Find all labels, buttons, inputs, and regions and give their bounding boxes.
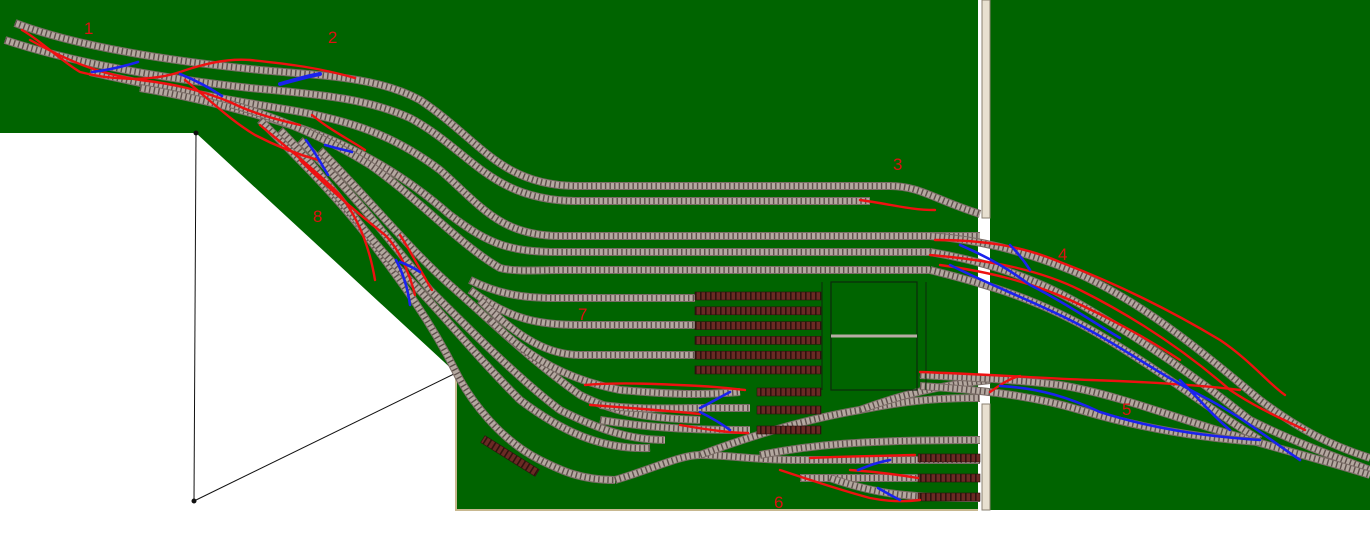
label-6: 6 xyxy=(774,493,783,512)
siding-main-4 xyxy=(694,336,822,345)
label-8: 8 xyxy=(313,207,322,226)
siding-lower-2 xyxy=(917,473,981,483)
label-2: 2 xyxy=(328,28,337,47)
siding-main-6 xyxy=(694,365,822,375)
label-5: 5 xyxy=(1122,400,1131,419)
siding-mid-1 xyxy=(756,387,822,397)
siding-main-3 xyxy=(694,321,822,330)
siding-mid-3 xyxy=(756,425,822,435)
track-plan-diagram: 1 2 3 4 5 6 7 8 xyxy=(0,0,1370,512)
label-3: 3 xyxy=(893,155,902,174)
label-7: 7 xyxy=(578,305,587,324)
siding-mid-2 xyxy=(756,405,822,415)
siding-main-1 xyxy=(694,291,822,301)
siding-main-2 xyxy=(694,306,822,316)
label-4: 4 xyxy=(1058,245,1067,264)
siding-main-5 xyxy=(694,350,822,360)
label-1: 1 xyxy=(84,19,93,38)
siding-lower-1 xyxy=(917,453,981,463)
siding-lower-3 xyxy=(917,492,981,502)
